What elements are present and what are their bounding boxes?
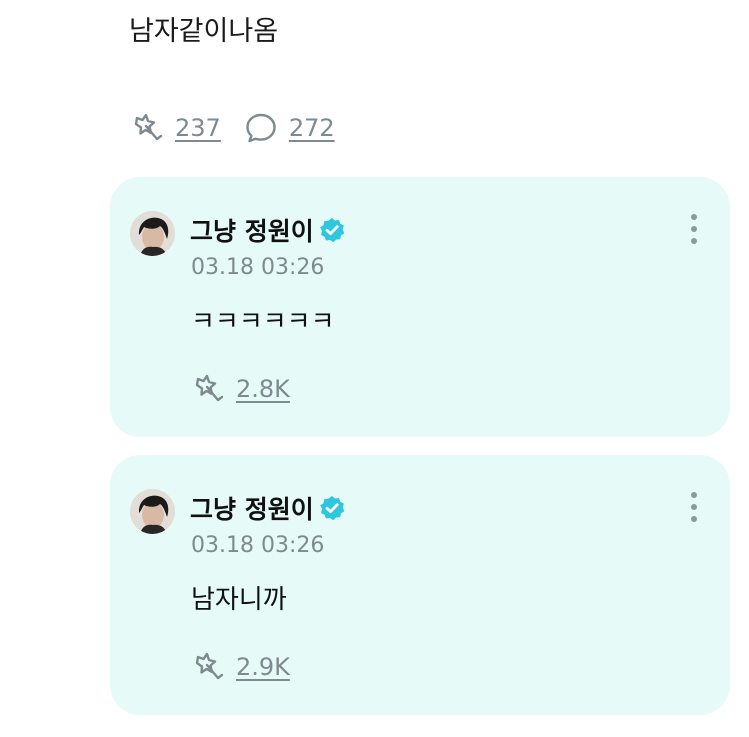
comment-likes-count: 2.8K	[236, 375, 290, 403]
comment-card: 그냥 정원이 03.18 03:26 ㅋㅋㅋㅋㅋㅋ 2.8K	[110, 177, 730, 437]
speech-bubble-icon	[243, 110, 279, 146]
like-star-icon	[190, 371, 226, 407]
like-star-icon	[129, 110, 165, 146]
avatar[interactable]	[130, 489, 175, 534]
post-reply-button[interactable]: 272	[243, 110, 335, 146]
comment-like-button[interactable]: 2.9K	[190, 649, 290, 685]
author-row: 그냥 정원이	[190, 491, 346, 525]
author-row: 그냥 정원이	[190, 213, 346, 247]
comment-like-button[interactable]: 2.8K	[190, 371, 290, 407]
avatar[interactable]	[130, 211, 175, 256]
like-star-icon	[190, 649, 226, 685]
author-name[interactable]: 그냥 정원이	[190, 212, 314, 248]
comment-timestamp: 03.18 03:26	[191, 533, 325, 558]
post-likes-count: 237	[175, 114, 221, 142]
comment-likes-count: 2.9K	[236, 653, 290, 681]
verified-badge-icon	[318, 494, 346, 522]
post-detail-page: 남자같이나옴 237 272 그냥 정원이 03.18 03:26 ㅋㅋㅋㅋㅋㅋ…	[0, 0, 749, 737]
vertical-dots-icon	[691, 214, 697, 244]
post-like-button[interactable]: 237	[129, 110, 221, 146]
comment-card: 그냥 정원이 03.18 03:26 남자니까 2.9K	[110, 455, 730, 715]
more-options-button[interactable]	[684, 489, 704, 525]
vertical-dots-icon	[691, 492, 697, 522]
comment-text: ㅋㅋㅋㅋㅋㅋ	[191, 307, 335, 337]
more-options-button[interactable]	[684, 211, 704, 247]
post-replies-count: 272	[288, 114, 335, 142]
post-text: 남자같이나옴	[129, 16, 279, 47]
author-name[interactable]: 그냥 정원이	[190, 490, 314, 526]
post-stats: 237 272	[129, 110, 335, 146]
verified-badge-icon	[318, 216, 346, 244]
comment-text: 남자니까	[191, 585, 287, 615]
comment-timestamp: 03.18 03:26	[191, 255, 325, 280]
